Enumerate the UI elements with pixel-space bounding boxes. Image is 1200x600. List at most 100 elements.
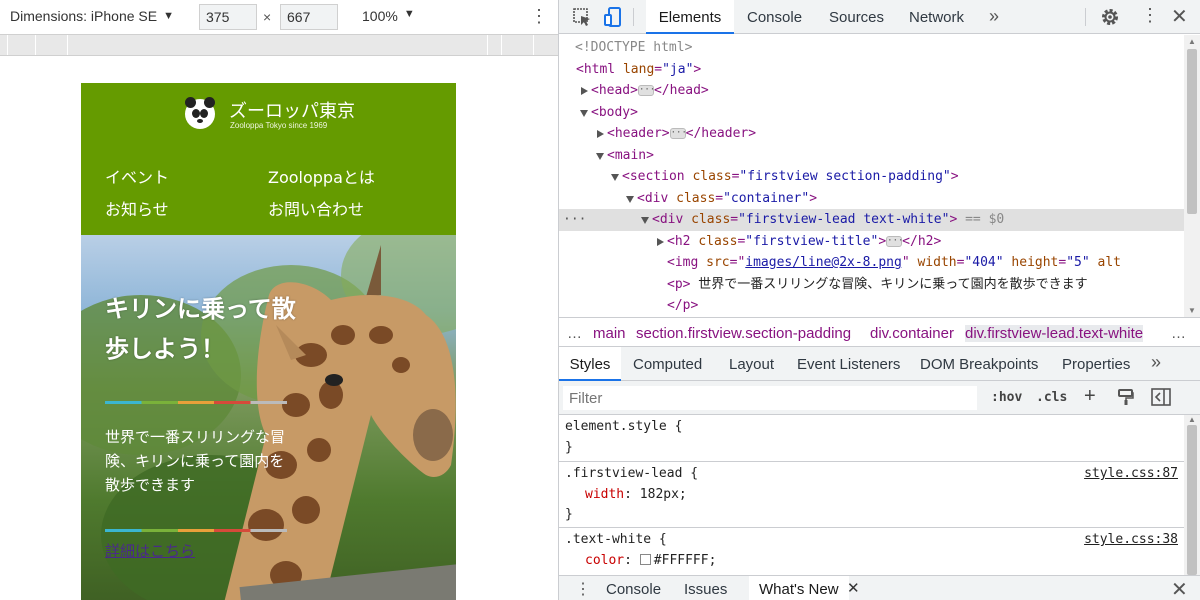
more-tabs-icon[interactable]: »	[1151, 352, 1161, 373]
node-actions-icon[interactable]: ···	[563, 209, 586, 231]
dom-node[interactable]: <body>	[559, 102, 1184, 124]
collapse-triangle-icon[interactable]	[596, 152, 604, 160]
settings-gear-icon[interactable]	[1099, 6, 1121, 28]
collapse-triangle-icon[interactable]	[580, 109, 588, 117]
style-rule[interactable]: element.style { }	[559, 415, 1184, 462]
tab-layout[interactable]: Layout	[729, 356, 774, 373]
dom-node[interactable]: <header>···</header>	[559, 123, 1184, 145]
tab-network[interactable]: Network	[909, 0, 964, 34]
close-drawer-icon[interactable]: ✕	[1171, 577, 1188, 600]
breadcrumb-item-selected[interactable]: div.firstview-lead.text-white	[965, 325, 1144, 342]
toggle-sidebar-icon[interactable]	[1151, 388, 1171, 406]
dom-node[interactable]: </p>	[559, 295, 1184, 317]
tag-text: </h2>	[902, 233, 942, 249]
drawer-tab-console[interactable]: Console	[606, 581, 661, 598]
dom-node[interactable]: <head>···</head>	[559, 80, 1184, 102]
nav-news[interactable]: お知らせ	[105, 196, 169, 220]
device-toolbar-icon[interactable]	[602, 6, 624, 28]
close-icon[interactable]: ✕	[1171, 4, 1188, 29]
ellipsis-icon[interactable]: ···	[637, 85, 655, 96]
property-name[interactable]: color	[585, 553, 624, 568]
close-tab-icon[interactable]: ✕	[847, 579, 860, 597]
more-tabs-icon[interactable]: »	[989, 6, 999, 27]
nav-about[interactable]: Zooloppaとは	[268, 164, 375, 188]
filter-input[interactable]	[563, 386, 977, 410]
customize-menu-icon[interactable]: ⋮	[1141, 5, 1159, 26]
attr-name: height	[1011, 255, 1059, 270]
tag-text: <div	[637, 190, 677, 206]
color-swatch-icon[interactable]	[639, 554, 651, 565]
attr-name: alt	[1097, 255, 1122, 270]
tab-event-listeners[interactable]: Event Listeners	[797, 356, 900, 373]
details-link[interactable]: 詳細はこちら	[105, 540, 195, 561]
collapse-triangle-icon[interactable]	[641, 217, 649, 224]
height-input[interactable]: 667	[280, 4, 338, 30]
style-rule[interactable]: .firstview-lead { style.css:87 width: 18…	[559, 462, 1184, 528]
breadcrumb-item[interactable]: section.firstview.section-padding	[636, 325, 851, 342]
new-style-rule-icon[interactable]: +	[1084, 385, 1096, 408]
attr-value: "firstview-title"	[745, 233, 879, 249]
tag-text: </head>	[653, 83, 709, 98]
media-query-bar[interactable]	[0, 34, 558, 56]
class-toggle[interactable]: .cls	[1036, 390, 1067, 405]
collapse-triangle-icon[interactable]	[626, 195, 634, 203]
tag-text: <div	[652, 212, 692, 227]
attr-name: width	[917, 255, 957, 270]
inspect-element-icon[interactable]	[571, 6, 593, 28]
tab-console[interactable]: Console	[747, 0, 802, 34]
dom-node[interactable]: <div class="container">	[559, 188, 1184, 210]
property-value[interactable]: #FFFFFF;	[654, 553, 717, 568]
hover-state-toggle[interactable]: :hov	[991, 390, 1022, 405]
dom-node[interactable]: <img src="images/line@2x-8.png" width="4…	[559, 252, 1184, 274]
expand-triangle-icon[interactable]	[657, 237, 664, 246]
image-src-link[interactable]: images/line@2x-8.png	[745, 255, 902, 270]
dom-node-selected[interactable]: ··· <div class="firstview-lead text-whit…	[559, 209, 1184, 231]
attr-name: class	[692, 169, 732, 184]
dom-node[interactable]: <!DOCTYPE html>	[559, 37, 1184, 59]
breadcrumb-scroll-right-icon[interactable]: …	[1171, 325, 1186, 342]
expand-triangle-icon[interactable]	[581, 87, 588, 95]
zoom-select[interactable]: 100% ▼	[362, 8, 415, 24]
tab-properties[interactable]: Properties	[1062, 356, 1130, 373]
emulated-website: ズーロッパ東京 Zooloppa Tokyo since 1969 イベント Z…	[81, 83, 456, 600]
dimensions-select[interactable]: Dimensions: iPhone SE ▼	[10, 8, 174, 24]
tab-dom-breakpoints[interactable]: DOM Breakpoints	[920, 356, 1038, 373]
dom-node[interactable]: <h2 class="firstview-title">···</h2>	[559, 231, 1184, 253]
dom-node[interactable]: <main>	[559, 145, 1184, 167]
tab-computed[interactable]: Computed	[633, 356, 702, 373]
nav-events[interactable]: イベント	[105, 164, 169, 188]
nav-contact[interactable]: お問い合わせ	[268, 196, 364, 220]
more-options-icon[interactable]: ⋮	[530, 6, 548, 27]
width-input[interactable]: 375	[199, 4, 257, 30]
dom-node[interactable]: <section class="firstview section-paddin…	[559, 166, 1184, 188]
dom-node[interactable]: <html lang="ja">	[559, 59, 1184, 81]
property-value[interactable]: 182px;	[640, 487, 687, 502]
drawer-tab-issues[interactable]: Issues	[684, 581, 727, 598]
site-name[interactable]: ズーロッパ東京	[229, 97, 355, 123]
drawer-tab-whats-new[interactable]: What's New	[749, 576, 849, 600]
breadcrumb-item[interactable]: div.container	[870, 325, 954, 342]
tab-sources[interactable]: Sources	[829, 0, 884, 34]
rule-source-link[interactable]: style.css:87	[1084, 466, 1178, 481]
property-name[interactable]: width	[585, 487, 624, 502]
collapse-triangle-icon[interactable]	[611, 174, 619, 181]
tab-elements[interactable]: Elements	[646, 0, 734, 34]
attr-value: "404"	[964, 255, 1004, 270]
expand-triangle-icon[interactable]	[597, 130, 604, 138]
toolbar-divider	[633, 8, 634, 26]
rule-source-link[interactable]: style.css:38	[1084, 532, 1178, 547]
hero-section: キリンに乗って散歩しよう！ 世界で一番スリリングな冒険、キリンに乗って園内を散歩…	[81, 235, 456, 600]
dom-node[interactable]: <p> 世界で一番スリリングな冒険、キリンに乗って園内を散歩できます	[559, 274, 1184, 296]
panda-logo-icon[interactable]	[185, 97, 215, 129]
tab-styles[interactable]: Styles	[559, 347, 621, 381]
paintbrush-icon[interactable]	[1117, 388, 1135, 406]
ellipsis-icon[interactable]: ···	[669, 128, 687, 139]
rule-selector: element.style {	[565, 419, 683, 434]
dom-scrollbar[interactable]: ▲ ▼	[1184, 35, 1200, 317]
styles-scrollbar[interactable]: ▲	[1184, 415, 1200, 575]
drawer-menu-icon[interactable]: ⋮	[575, 579, 591, 599]
breadcrumb-scroll-left-icon[interactable]: …	[567, 325, 582, 342]
breadcrumb-item[interactable]: main	[593, 325, 626, 342]
ellipsis-icon[interactable]: ···	[886, 235, 903, 247]
style-rule[interactable]: .text-white { style.css:38 color: #FFFFF…	[559, 528, 1184, 575]
